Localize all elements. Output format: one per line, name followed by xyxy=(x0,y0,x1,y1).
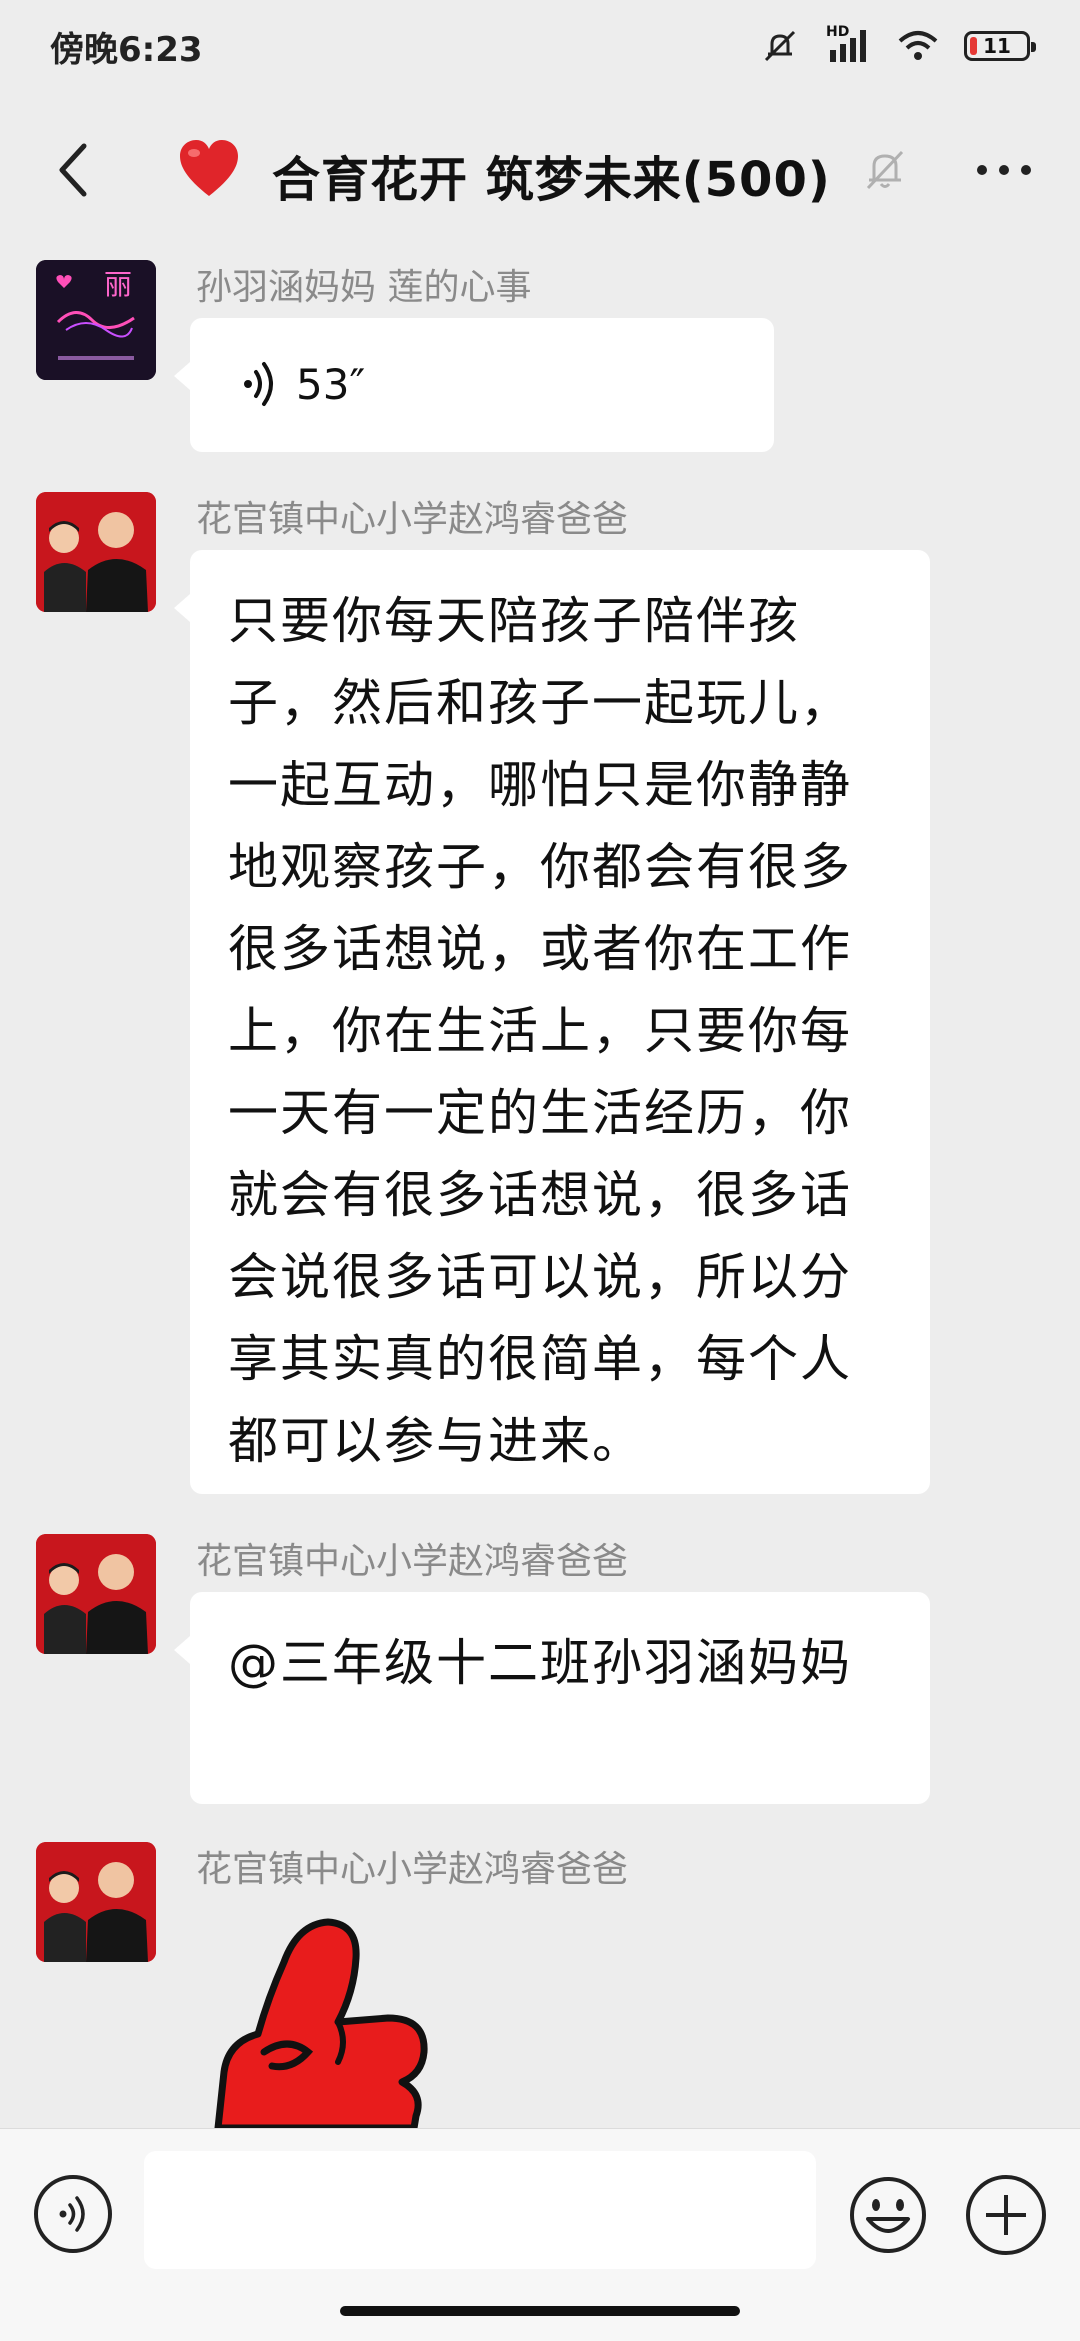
silent-bell-icon xyxy=(764,30,796,62)
status-icons: HD 11 xyxy=(760,18,1036,74)
mute-icon xyxy=(866,150,904,190)
thumbs-up-sticker[interactable] xyxy=(188,1902,438,2128)
voice-bubble[interactable]: 53″ xyxy=(174,318,774,452)
text-bubble[interactable]: 只要你每天陪孩子陪伴孩子，然后和孩子一起玩儿，一起互动，哪怕只是你静静地观察孩子… xyxy=(174,550,930,1494)
avatar[interactable] xyxy=(36,1534,156,1654)
voice-input-button[interactable] xyxy=(34,2175,112,2253)
chat-header: 合育花开 筑梦未来(500) xyxy=(0,110,1080,230)
plus-icon[interactable] xyxy=(966,2175,1046,2255)
sender-name: 花官镇中心小学赵鸿睿爸爸 xyxy=(196,1541,629,1582)
avatar[interactable]: 丽 xyxy=(36,260,156,380)
message-text-content: @三年级十二班孙羽涵妈妈 xyxy=(228,1634,852,1692)
signal-icon: HD xyxy=(826,24,872,66)
chat-title: 合育花开 筑梦未来(500) xyxy=(272,152,831,208)
emoji-icon[interactable] xyxy=(848,2175,928,2255)
back-button[interactable] xyxy=(36,132,112,208)
avatar[interactable] xyxy=(36,492,156,612)
battery-level: 11 xyxy=(983,34,1011,58)
home-indicator xyxy=(340,2306,740,2316)
sender-name: 花官镇中心小学赵鸿睿爸爸 xyxy=(196,1849,629,1890)
avatar[interactable] xyxy=(36,1842,156,1962)
status-time: 傍晚6:23 xyxy=(50,30,203,70)
wifi-icon xyxy=(898,31,938,60)
battery-icon: 11 xyxy=(964,31,1036,61)
heart-icon xyxy=(180,140,238,196)
message-input[interactable] xyxy=(144,2151,816,2269)
sender-name: 孙羽涵妈妈 莲的心事 xyxy=(196,267,532,308)
avatar-logo-text: 丽 xyxy=(104,268,132,301)
message-text-content: 只要你每天陪孩子陪伴孩子，然后和孩子一起玩儿，一起互动，哪怕只是你静静地观察孩子… xyxy=(228,592,852,1470)
voice-wave-icon xyxy=(244,362,273,406)
voice-icon xyxy=(59,2196,85,2232)
status-bar: 傍晚6:23 HD 11 xyxy=(0,0,1080,90)
text-bubble[interactable]: @三年级十二班孙羽涵妈妈 xyxy=(174,1592,930,1804)
more-icon xyxy=(977,165,987,175)
back-icon xyxy=(59,143,87,197)
sender-name: 花官镇中心小学赵鸿睿爸爸 xyxy=(196,499,629,540)
more-button[interactable] xyxy=(964,138,1044,202)
voice-duration: 53″ xyxy=(296,359,366,409)
